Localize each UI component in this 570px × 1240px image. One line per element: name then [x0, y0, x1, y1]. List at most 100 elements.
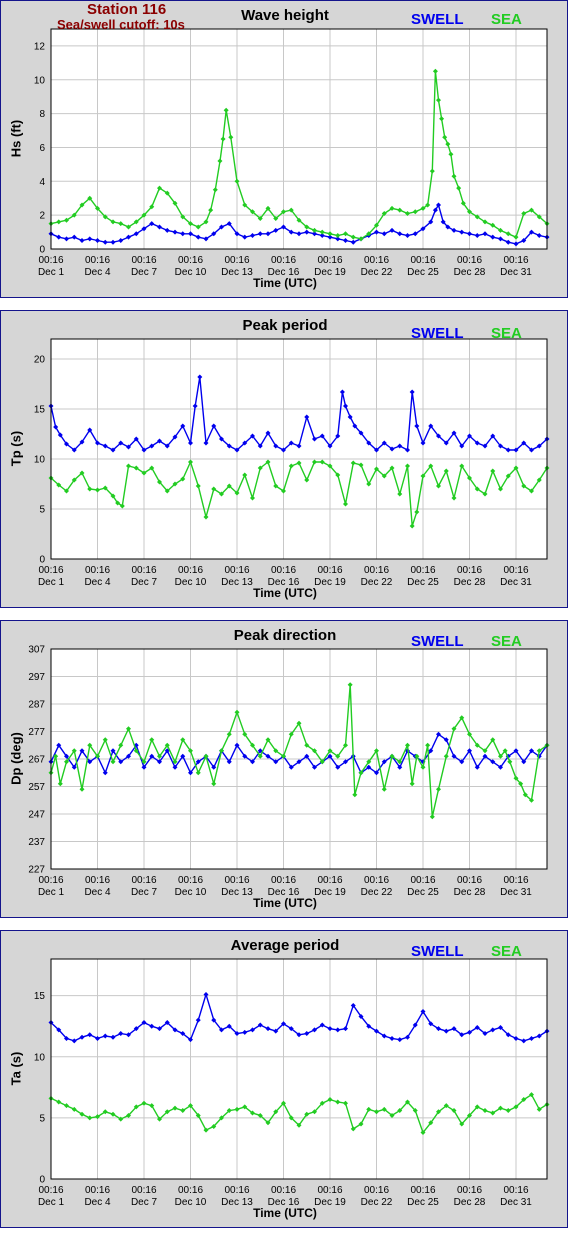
y-axis-label: Ta (s) — [8, 1051, 24, 1086]
x-tick-time: 00:16 — [317, 1185, 342, 1196]
y-tick-label: 247 — [28, 810, 45, 821]
x-tick-time: 00:16 — [317, 565, 342, 576]
plot-area — [50, 958, 548, 1180]
x-tick-time: 00:16 — [457, 255, 482, 266]
y-tick-label: 15 — [34, 405, 46, 416]
wave-height-panel: 0 2 4 6 8 10 12 00:16 Dec 1 00:16 Dec 4 00:16 Dec 70… — [0, 0, 568, 298]
x-axis-label: Time (UTC) — [253, 1206, 317, 1220]
y-tick-label: 237 — [28, 837, 45, 848]
peak-direction-panel: 227 237 247 257 267 277 287 297 307 00:16 Dec 1 00:… — [0, 620, 568, 918]
y-tick-label: 10 — [34, 75, 46, 86]
peak-period-chart: 0510152000:16Dec 100:16Dec 400:16Dec 700… — [34, 338, 550, 588]
y-axis-label: Tp (s) — [8, 430, 24, 467]
x-tick-time: 00:16 — [457, 1185, 482, 1196]
wave-height-chart: 02468101200:16Dec 100:16Dec 400:16Dec 70… — [34, 28, 550, 278]
x-tick-time: 00:16 — [85, 255, 110, 266]
legend-swell: SWELL — [411, 11, 464, 28]
y-tick-label: 12 — [34, 41, 46, 52]
x-tick-time: 00:16 — [503, 1185, 528, 1196]
y-tick-label: 5 — [39, 1113, 45, 1124]
y-tick-label: 15 — [34, 991, 46, 1002]
x-tick-time: 00:16 — [38, 255, 63, 266]
plot-area — [50, 28, 548, 250]
x-tick-time: 00:16 — [364, 1185, 389, 1196]
x-tick-time: 00:16 — [271, 565, 296, 576]
y-tick-label: 6 — [39, 143, 45, 154]
y-axis-label: Dp (deg) — [8, 732, 24, 785]
x-tick-time: 00:16 — [38, 875, 63, 886]
x-tick-time: 00:16 — [457, 875, 482, 886]
x-tick-time: 00:16 — [317, 255, 342, 266]
y-tick-label: 257 — [28, 782, 45, 793]
average-period-chart: 05101500:16Dec 100:16Dec 400:16Dec 700:1… — [34, 958, 550, 1208]
x-tick-time: 00:16 — [271, 255, 296, 266]
legend-swell: SWELL — [411, 633, 464, 650]
chart-title: Wave height — [241, 7, 329, 24]
x-tick-time: 00:16 — [410, 255, 435, 266]
x-tick-time: 00:16 — [364, 875, 389, 886]
legend-sea: SEA — [491, 943, 522, 960]
y-tick-label: 8 — [39, 109, 45, 120]
y-tick-label: 0 — [39, 245, 45, 256]
x-axis-label: Time (UTC) — [253, 276, 317, 290]
y-tick-label: 267 — [28, 755, 45, 766]
y-tick-label: 2 — [39, 211, 45, 222]
x-tick-time: 00:16 — [178, 1185, 203, 1196]
x-tick-time: 00:16 — [131, 875, 156, 886]
x-tick-time: 00:16 — [131, 255, 156, 266]
x-tick-time: 00:16 — [85, 565, 110, 576]
x-tick-time: 00:16 — [271, 875, 296, 886]
x-tick-time: 00:16 — [38, 1185, 63, 1196]
y-tick-label: 0 — [39, 1175, 45, 1186]
x-tick-time: 00:16 — [178, 565, 203, 576]
peak-direction-chart: 22723724725726727728729730700:16Dec 100:… — [28, 645, 550, 898]
x-tick-time: 00:16 — [410, 875, 435, 886]
x-tick-time: 00:16 — [503, 255, 528, 266]
chart-title: Peak period — [242, 317, 328, 334]
y-tick-label: 307 — [28, 645, 45, 656]
x-tick-time: 00:16 — [317, 875, 342, 886]
x-tick-time: 00:16 — [271, 1185, 296, 1196]
x-tick-time: 00:16 — [224, 255, 249, 266]
plot-area — [50, 338, 548, 560]
y-tick-label: 287 — [28, 700, 45, 711]
x-tick-time: 00:16 — [85, 1185, 110, 1196]
y-tick-label: 5 — [39, 505, 45, 516]
x-tick-time: 00:16 — [224, 875, 249, 886]
chart-title: Average period — [230, 937, 340, 954]
y-tick-label: 0 — [39, 555, 45, 566]
x-tick-time: 00:16 — [224, 1185, 249, 1196]
y-tick-label: 4 — [39, 177, 45, 188]
legend-sea: SEA — [491, 633, 522, 650]
x-tick-time: 00:16 — [178, 255, 203, 266]
x-tick-time: 00:16 — [503, 565, 528, 576]
y-tick-label: 10 — [34, 455, 46, 466]
y-tick-label: 297 — [28, 672, 45, 683]
y-tick-label: 277 — [28, 727, 45, 738]
y-axis-label: Hs (ft) — [8, 119, 24, 158]
x-tick-time: 00:16 — [38, 565, 63, 576]
legend-sea: SEA — [491, 325, 522, 342]
x-tick-time: 00:16 — [410, 1185, 435, 1196]
peak-period-panel: 0 5 10 15 20 00:16 Dec 1 00:16 Dec 4 00:16 Dec 7 00… — [0, 310, 568, 608]
legend-swell: SWELL — [411, 943, 464, 960]
x-tick-time: 00:16 — [131, 565, 156, 576]
x-tick-time: 00:16 — [85, 875, 110, 886]
y-tick-label: 227 — [28, 865, 45, 876]
x-tick-time: 00:16 — [457, 565, 482, 576]
y-tick-label: 10 — [34, 1052, 46, 1063]
x-tick-time: 00:16 — [364, 565, 389, 576]
legend-sea: SEA — [491, 11, 522, 28]
x-tick-time: 00:16 — [503, 875, 528, 886]
y-tick-label: 20 — [34, 355, 46, 366]
x-tick-time: 00:16 — [131, 1185, 156, 1196]
x-tick-time: 00:16 — [410, 565, 435, 576]
average-period-panel: 0 5 10 15 00:16 Dec 1 00:16 Dec 4 00:16 Dec 7 00:1… — [0, 930, 568, 1228]
legend-swell: SWELL — [411, 325, 464, 342]
x-axis-label: Time (UTC) — [253, 586, 317, 600]
x-tick-time: 00:16 — [224, 565, 249, 576]
x-tick-time: 00:16 — [364, 255, 389, 266]
chart-title: Peak direction — [233, 627, 337, 644]
x-axis-label: Time (UTC) — [253, 896, 317, 910]
x-tick-time: 00:16 — [178, 875, 203, 886]
